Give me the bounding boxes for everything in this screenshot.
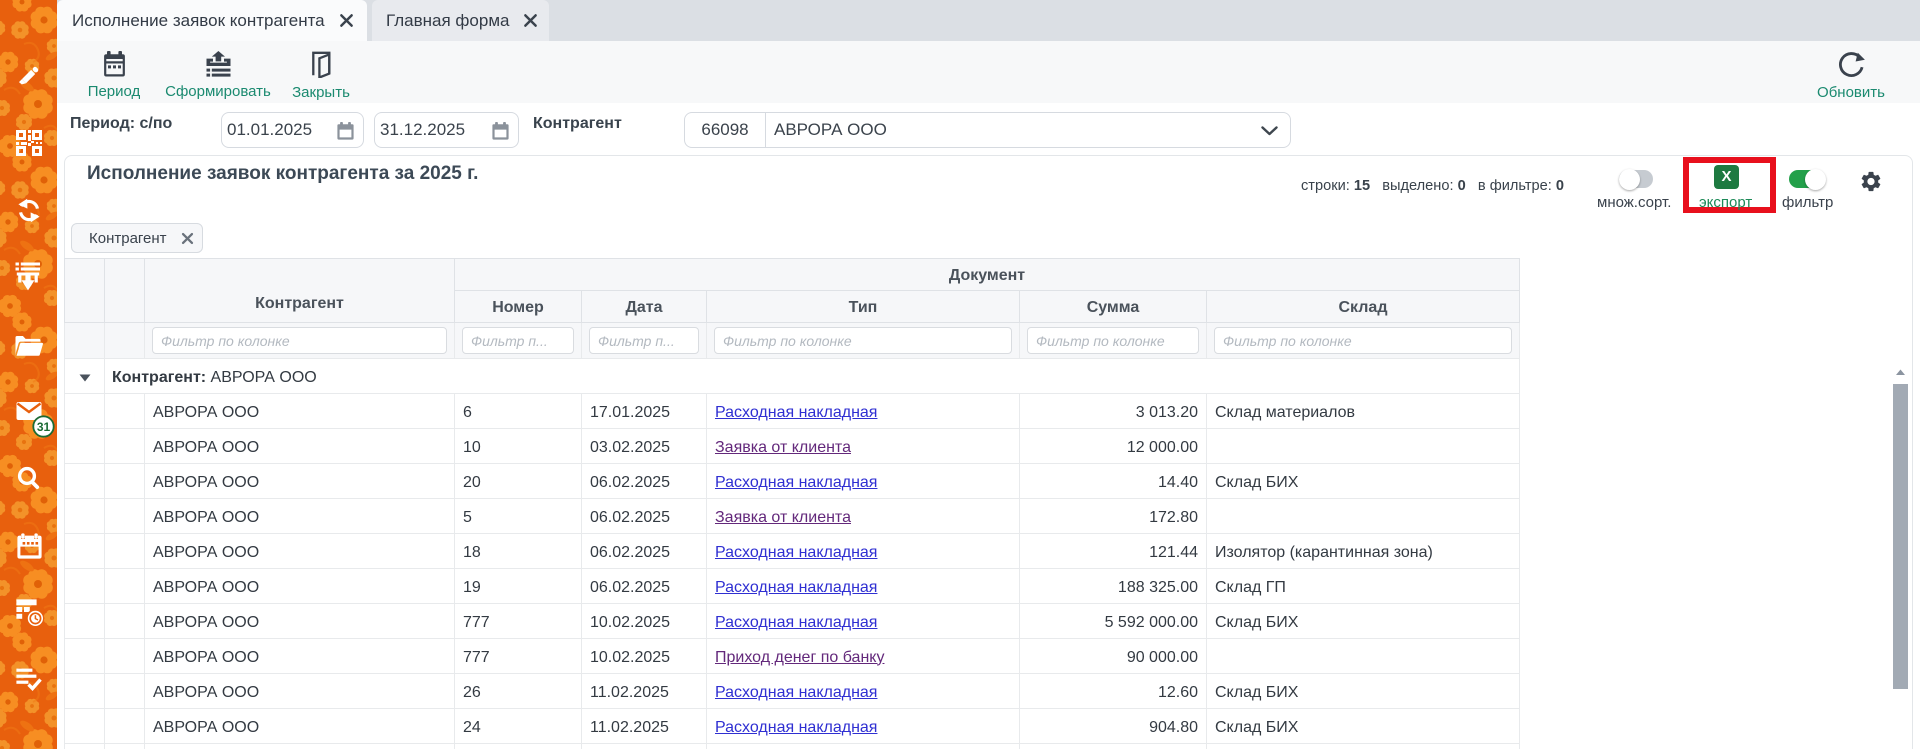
- svg-text:31: 31: [37, 420, 51, 434]
